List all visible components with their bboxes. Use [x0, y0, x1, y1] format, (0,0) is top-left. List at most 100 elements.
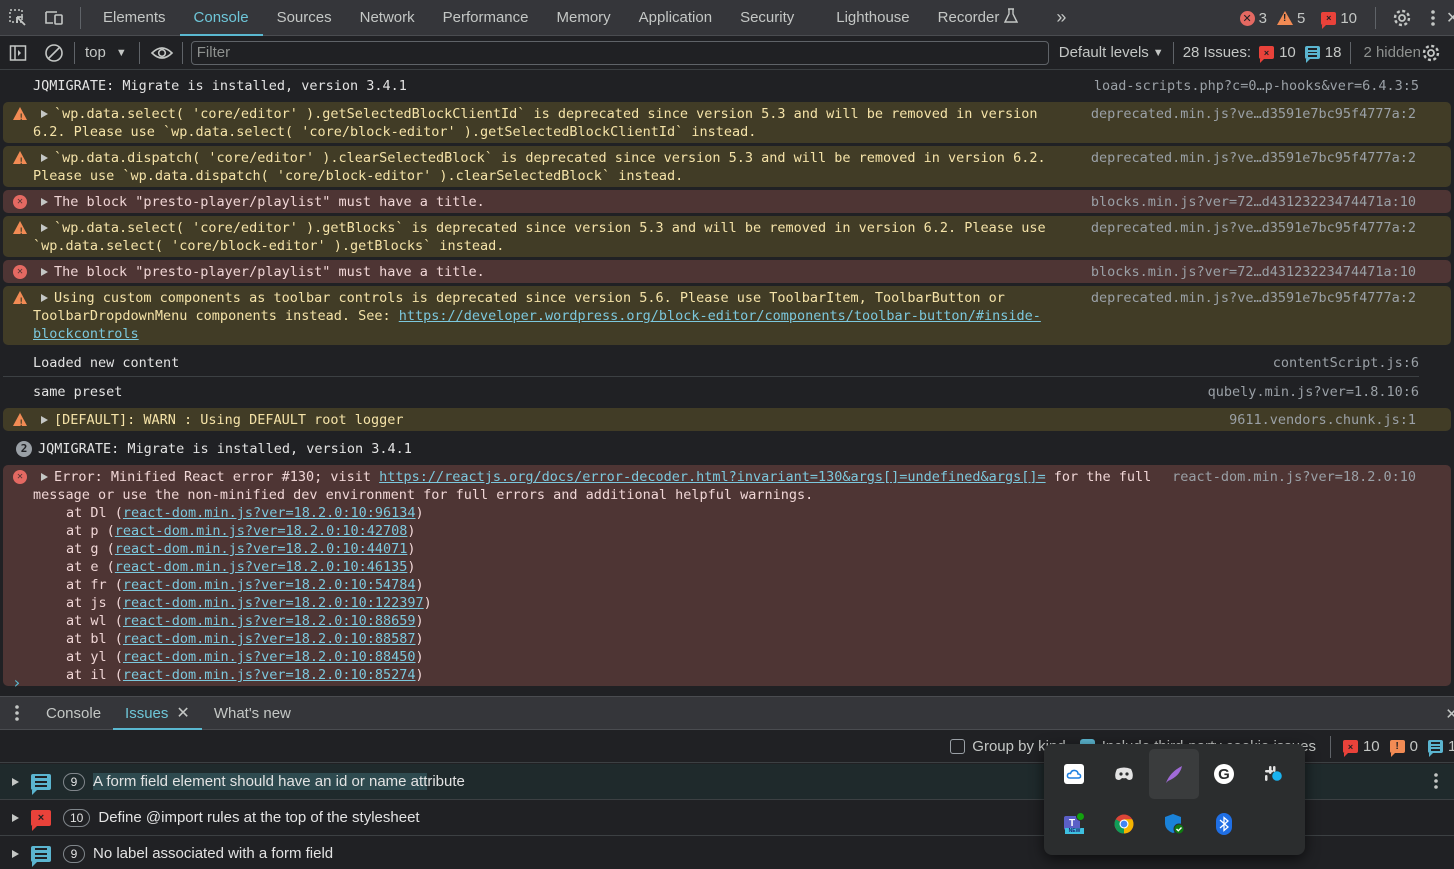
stack-frame-link[interactable]: react-dom.min.js?ver=18.2.0:10:122397	[123, 595, 424, 611]
drawer-menu-icon[interactable]	[0, 695, 34, 731]
message-link[interactable]: https://reactjs.org/docs/error-decoder.h…	[379, 469, 1045, 485]
stack-frame-link[interactable]: react-dom.min.js?ver=18.2.0:10:88659	[123, 613, 416, 629]
defender-icon[interactable]	[1149, 799, 1199, 849]
drawer-tab-console[interactable]: Console	[34, 696, 113, 730]
message-source-link[interactable]: 9611.vendors.chunk.js:1	[1229, 411, 1416, 429]
tab-network[interactable]: Network	[346, 0, 429, 36]
expand-triangle-icon[interactable]	[41, 110, 48, 118]
tab-application[interactable]: Application	[625, 0, 726, 36]
tab-performance[interactable]: Performance	[429, 0, 543, 36]
inspect-element-icon[interactable]	[0, 0, 36, 36]
log-levels-dropdown[interactable]: Default levels ▼	[1059, 44, 1164, 61]
message-text: Error: Minified React error #130; visit …	[33, 468, 1153, 504]
more-tabs-button[interactable]: »	[1042, 0, 1080, 36]
message-source-link[interactable]: deprecated.min.js?ve…d3591e7bc95f4777a:2	[1091, 289, 1416, 307]
message-source-link[interactable]: qubely.min.js?ver=1.8.10:6	[1208, 383, 1419, 401]
close-devtools-icon[interactable]: ✕	[1446, 0, 1454, 36]
stack-frame-link[interactable]: react-dom.min.js?ver=18.2.0:10:88450	[123, 649, 416, 665]
device-toolbar-icon[interactable]	[36, 0, 72, 36]
stack-frame-link[interactable]: react-dom.min.js?ver=18.2.0:10:46135	[115, 559, 408, 575]
console-prompt-chevron-icon[interactable]: ›	[12, 673, 22, 692]
drawer-tab-bar: Console Issues ✕ What's new ✕	[0, 696, 1454, 730]
group-by-kind-checkbox[interactable]	[950, 739, 966, 754]
message-source-link[interactable]: react-dom.min.js?ver=18.2.0:10	[1172, 468, 1416, 486]
message-source-link[interactable]: load-scripts.php?c=0…p-hooks&ver=6.4.3:5	[1094, 77, 1419, 95]
expand-triangle-icon[interactable]	[41, 268, 48, 276]
stack-frame-link[interactable]: react-dom.min.js?ver=18.2.0:10:54784	[123, 577, 416, 593]
filter-input[interactable]	[196, 44, 1043, 61]
message-source-link[interactable]: deprecated.min.js?ve…d3591e7bc95f4777a:2	[1091, 105, 1416, 123]
tab-memory[interactable]: Memory	[543, 0, 625, 36]
bluetooth-icon[interactable]	[1199, 799, 1249, 849]
clear-console-icon[interactable]	[36, 35, 72, 71]
context-value: top	[85, 44, 106, 61]
message-source-link[interactable]: contentScript.js:6	[1273, 354, 1419, 372]
sidebar-toggle-icon[interactable]	[0, 35, 36, 71]
stack-function-name: fr	[90, 577, 107, 593]
settings-gear-icon[interactable]	[1384, 0, 1420, 36]
message-source-link[interactable]: blocks.min.js?ver=72…d43123223474471a:10	[1091, 263, 1416, 281]
expand-triangle-icon[interactable]	[41, 198, 48, 206]
tab-sources[interactable]: Sources	[263, 0, 346, 36]
message-text-part: `wp.data.select( 'core/editor' ).getBloc…	[33, 220, 1054, 254]
error-icon-wrap: ✕	[13, 195, 27, 209]
stack-frame-link[interactable]: react-dom.min.js?ver=18.2.0:10:96134	[123, 505, 416, 521]
chrome-icon[interactable]	[1099, 799, 1149, 849]
expand-triangle-icon[interactable]	[12, 849, 19, 858]
console-message-warning: ! `wp.data.dispatch( 'core/editor' ).clea…	[3, 146, 1451, 187]
issue-warning-count: 0	[1409, 738, 1418, 755]
expand-triangle-icon[interactable]	[12, 813, 19, 822]
drawer-tab-issues[interactable]: Issues ✕	[113, 696, 202, 730]
stack-frame-link[interactable]: react-dom.min.js?ver=18.2.0:10:42708	[115, 523, 408, 539]
issue-count-badge: 9	[63, 772, 85, 791]
tab-elements[interactable]: Elements	[89, 0, 180, 36]
error-counter[interactable]: ✕ 3	[1239, 10, 1267, 27]
discord-icon[interactable]	[1099, 749, 1149, 799]
message-source-link[interactable]: deprecated.min.js?ve…d3591e7bc95f4777a:2	[1091, 219, 1416, 237]
drawer-tab-whats-new[interactable]: What's new	[202, 696, 303, 730]
issues-summary-button[interactable]: 28 Issues: × 10 18	[1183, 44, 1341, 63]
expand-triangle-icon[interactable]	[41, 416, 48, 424]
warning-icon: !	[1276, 11, 1293, 25]
issue-row-menu-icon[interactable]	[1434, 773, 1438, 792]
onedrive-icon[interactable]	[1049, 749, 1099, 799]
expand-triangle-icon[interactable]	[12, 777, 19, 786]
filter-input-box[interactable]	[190, 40, 1049, 65]
close-drawer-icon[interactable]: ✕	[1445, 705, 1454, 723]
divider	[138, 41, 140, 64]
message-source-link[interactable]: deprecated.min.js?ve…d3591e7bc95f4777a:2	[1091, 149, 1416, 167]
console-settings-gear-icon[interactable]	[1421, 35, 1441, 71]
message-text-part: [DEFAULT]: WARN : Using DEFAULT root log…	[54, 412, 404, 428]
stack-frame-link[interactable]: react-dom.min.js?ver=18.2.0:10:85274	[123, 667, 416, 683]
more-options-icon[interactable]	[1420, 0, 1446, 36]
quill-feather-icon[interactable]	[1149, 749, 1199, 799]
live-expression-eye-icon[interactable]	[144, 35, 180, 71]
tab-console[interactable]: Console	[179, 0, 263, 36]
stack-frame-link[interactable]: react-dom.min.js?ver=18.2.0:10:44071	[115, 541, 408, 557]
expand-triangle-icon[interactable]	[41, 154, 48, 162]
context-selector[interactable]: top ▼	[77, 44, 135, 61]
warning-counter[interactable]: ! 5	[1276, 10, 1305, 27]
expand-triangle-icon[interactable]	[41, 224, 48, 232]
teams-new-icon[interactable]: T NEW	[1049, 799, 1099, 849]
tab-security[interactable]: Security	[726, 0, 808, 36]
tab-recorder[interactable]: Recorder	[924, 0, 1033, 36]
issue-warning-icon: !	[1389, 740, 1405, 757]
repeat-count-badge: 2	[16, 441, 32, 457]
expand-triangle-icon[interactable]	[41, 294, 48, 302]
grammarly-icon[interactable]: G	[1199, 749, 1249, 799]
issues-counter[interactable]: × 10	[1321, 10, 1357, 29]
divider	[1375, 7, 1376, 29]
message-source-link[interactable]: blocks.min.js?ver=72…d43123223474471a:10	[1091, 193, 1416, 211]
tab-lighthouse[interactable]: Lighthouse	[822, 0, 923, 36]
stack-frame-link[interactable]: react-dom.min.js?ver=18.2.0:10:88587	[123, 631, 416, 647]
devtools-tab-bar: Elements Console Sources Network Performance…	[0, 0, 1454, 36]
issue-title: Define @import rules at the top of the s…	[98, 809, 420, 826]
issue-error-icon: ×	[1321, 11, 1337, 29]
tab-label: Network	[359, 9, 415, 26]
expand-triangle-icon[interactable]	[41, 473, 48, 481]
tab-label: Recorder	[937, 9, 1000, 26]
warning-icon-wrap: !	[13, 107, 27, 123]
close-tab-icon[interactable]: ✕	[176, 703, 189, 723]
slack-icon[interactable]	[1249, 749, 1299, 799]
